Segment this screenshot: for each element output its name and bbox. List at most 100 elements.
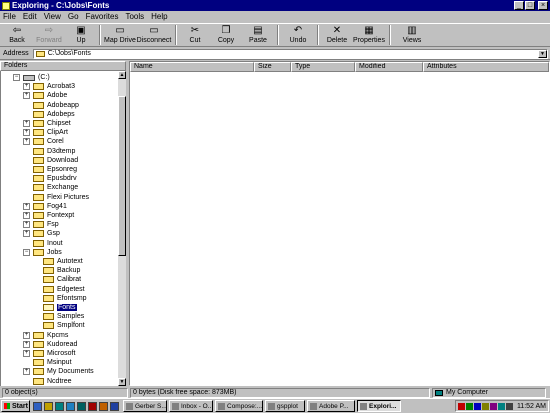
tray-icon[interactable]: [489, 402, 497, 410]
outlook-icon[interactable]: [44, 401, 53, 411]
expand-icon[interactable]: +: [23, 350, 30, 357]
tray-icon[interactable]: [465, 402, 473, 410]
address-dropdown-button[interactable]: ▼: [538, 49, 547, 58]
expand-icon[interactable]: +: [23, 138, 30, 146]
tree-item[interactable]: + Acrobat3: [23, 82, 75, 91]
expand-icon[interactable]: +: [23, 202, 30, 210]
tree-item[interactable]: Exchange: [23, 183, 78, 192]
undo-button[interactable]: ↶ Undo: [282, 24, 314, 47]
menu-favorites[interactable]: Favorites: [86, 12, 119, 21]
expand-icon[interactable]: +: [23, 331, 30, 339]
tray-icon[interactable]: [473, 402, 481, 410]
delete-button[interactable]: ✕ Delete: [322, 24, 352, 47]
views-button[interactable]: ▥ Views: [394, 24, 430, 47]
expand-icon[interactable]: +: [23, 230, 30, 238]
title-bar[interactable]: Exploring - C:\Jobs\Fonts _ □ ×: [0, 0, 550, 11]
file-list-pane[interactable]: Name Size Type Modified Attributes: [129, 61, 550, 386]
close-button[interactable]: ×: [538, 1, 548, 10]
tree-item[interactable]: + Adobe: [23, 91, 67, 100]
tree-item[interactable]: + My Documents: [23, 367, 94, 376]
app-icon[interactable]: [88, 401, 97, 411]
menu-edit[interactable]: Edit: [23, 12, 37, 21]
tree-item[interactable]: + Fsp: [23, 220, 59, 229]
expand-icon[interactable]: +: [23, 120, 30, 127]
photo-icon[interactable]: [99, 401, 108, 411]
column-header-attributes[interactable]: Attributes: [423, 62, 549, 72]
copy-button[interactable]: ❐ Copy: [210, 24, 242, 47]
menu-go[interactable]: Go: [68, 12, 79, 21]
tree-item[interactable]: Inout: [23, 239, 63, 248]
tray-icon[interactable]: [481, 402, 489, 410]
tree-item[interactable]: Samples: [33, 312, 84, 321]
back-button[interactable]: ⇦ Back: [2, 24, 32, 47]
expand-icon[interactable]: +: [23, 221, 30, 229]
menu-view[interactable]: View: [44, 12, 61, 21]
tree-item[interactable]: Download: [23, 156, 78, 165]
taskbar-button[interactable]: Inbox - O...: [169, 400, 213, 412]
start-button[interactable]: Start: [1, 400, 30, 412]
tree-item[interactable]: Epusbdrv: [23, 174, 77, 183]
tray-icon[interactable]: [457, 402, 465, 410]
taskbar-button[interactable]: Adobe P...: [307, 400, 355, 412]
address-input[interactable]: C:\Jobs\Fonts ▼: [32, 48, 548, 59]
tray-icon[interactable]: [497, 402, 505, 410]
speaker-icon[interactable]: [505, 402, 513, 410]
tree-item[interactable]: + Microsoft: [23, 349, 75, 358]
tree-item[interactable]: Smplfont: [33, 321, 85, 330]
tree-item[interactable]: + Kudoread: [23, 340, 77, 349]
tree-item[interactable]: + Fog41: [23, 202, 67, 211]
minimize-button[interactable]: _: [514, 1, 524, 10]
maximize-button[interactable]: □: [525, 1, 535, 10]
taskbar-button[interactable]: gspplot: [265, 400, 305, 412]
column-header-name[interactable]: Name: [130, 62, 254, 72]
tree-item[interactable]: + Corel: [23, 137, 64, 146]
word-icon[interactable]: [110, 401, 119, 411]
menu-help[interactable]: Help: [151, 12, 167, 21]
scroll-up-button[interactable]: ▲: [118, 71, 126, 79]
desktop-icon[interactable]: [55, 401, 64, 411]
tree-item[interactable]: + Kpcms: [23, 331, 68, 340]
taskbar-button[interactable]: Explori...: [357, 400, 401, 412]
cut-button[interactable]: ✂ Cut: [180, 24, 210, 47]
expand-icon[interactable]: +: [23, 368, 30, 376]
column-header-modified[interactable]: Modified: [355, 62, 423, 72]
tree-item[interactable]: Edgetest: [33, 285, 85, 294]
tree-item[interactable]: D3dtemp: [23, 147, 75, 156]
tree-item[interactable]: Ncdtree: [23, 377, 72, 386]
taskbar-button[interactable]: Compose:...: [215, 400, 263, 412]
disconnect-button[interactable]: ▭ Disconnect: [136, 24, 172, 47]
tree-vertical-scrollbar[interactable]: ▲ ▼: [118, 71, 126, 386]
expand-icon[interactable]: +: [23, 83, 30, 91]
tree-item[interactable]: + Chipset: [23, 119, 71, 128]
tree-item[interactable]: Calibrat: [33, 275, 81, 284]
tree-item[interactable]: Fonts: [33, 303, 77, 312]
tree-item[interactable]: − Jobs: [23, 248, 62, 257]
scroll-down-button[interactable]: ▼: [118, 378, 126, 386]
channels-icon[interactable]: [66, 401, 75, 411]
tree-item[interactable]: Epsonreg: [23, 165, 77, 174]
tree-item[interactable]: + Gsp: [23, 229, 60, 238]
collapse-icon[interactable]: −: [13, 74, 20, 81]
menu-file[interactable]: File: [3, 12, 16, 21]
column-header-size[interactable]: Size: [254, 62, 291, 72]
up-button[interactable]: ▣ Up: [66, 24, 96, 47]
tree-item[interactable]: − (C:): [13, 73, 50, 82]
clock[interactable]: 11:52 AM: [517, 403, 546, 410]
expand-icon[interactable]: +: [23, 340, 30, 348]
column-header-type[interactable]: Type: [291, 62, 355, 72]
expand-icon[interactable]: +: [23, 212, 30, 219]
taskbar-button[interactable]: Gerber S...: [123, 400, 167, 412]
expand-icon[interactable]: +: [23, 92, 30, 100]
forward-button[interactable]: ⇨ Forward: [32, 24, 66, 47]
paste-button[interactable]: ▤ Paste: [242, 24, 274, 47]
tree-item[interactable]: Backup: [33, 266, 80, 275]
properties-button[interactable]: ▦ Properties: [352, 24, 386, 47]
expand-icon[interactable]: +: [23, 129, 30, 137]
tree-item[interactable]: Flexi Pictures: [23, 193, 89, 202]
netscape-icon[interactable]: [77, 401, 86, 411]
tree-item[interactable]: Adobeapp: [23, 101, 79, 110]
tree-item[interactable]: Efontsmp: [33, 294, 87, 303]
tree-item[interactable]: Adobeps: [23, 110, 75, 119]
tree-item[interactable]: Autotext: [33, 257, 83, 266]
collapse-icon[interactable]: −: [23, 248, 30, 256]
